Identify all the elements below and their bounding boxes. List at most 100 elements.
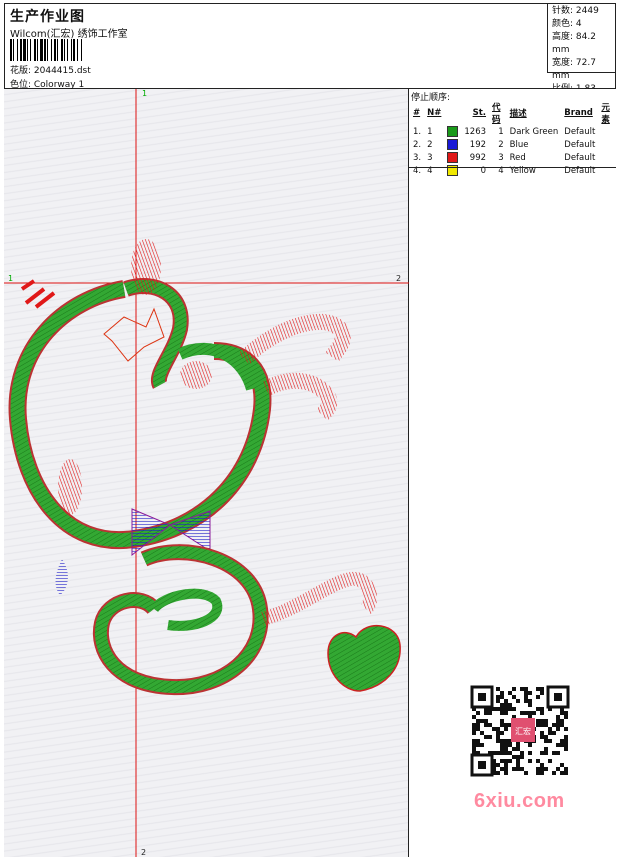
design-file: 花版: 2044415.dst (10, 66, 91, 76)
qr-module (536, 687, 540, 691)
qr-module (512, 687, 516, 691)
qr-module (504, 739, 508, 743)
row-num: 3. (413, 152, 422, 163)
qr-module (524, 699, 528, 703)
qr-module (520, 767, 524, 771)
qr-module (536, 759, 540, 763)
qr-module (504, 763, 508, 767)
qr-module (508, 751, 512, 755)
qr-module (560, 719, 564, 723)
page-title: 生产作业图 (10, 9, 85, 25)
row-stitches: 192 (469, 139, 487, 150)
qr-module (540, 751, 544, 755)
qr-module (496, 707, 500, 711)
qr-module (520, 751, 524, 755)
qr-module (552, 771, 556, 775)
table-row[interactable]: 1. 1 1263 1 Dark Green Default (410, 125, 616, 138)
qr-module (544, 735, 548, 739)
row-color-swatch (444, 164, 461, 177)
qr-finder-center (478, 761, 486, 769)
qr-module (484, 735, 488, 739)
qr-module (564, 747, 568, 751)
row-code: 4 (498, 165, 504, 176)
qr-module (504, 727, 508, 731)
qr-module (560, 771, 564, 775)
qr-module (564, 743, 568, 747)
qr-module (476, 719, 480, 723)
qr-module (504, 747, 508, 751)
qr-module (508, 743, 512, 747)
qr-module (500, 703, 504, 707)
blue-drop (55, 559, 68, 595)
qr-module (504, 699, 508, 703)
qr-module (516, 759, 520, 763)
qr-module (536, 723, 540, 727)
row-needle: 1 (427, 126, 433, 137)
qr-module (540, 731, 544, 735)
row-code: 3 (498, 152, 504, 163)
green-heart (327, 624, 401, 692)
qr-module (500, 731, 504, 735)
row-stitches: 992 (469, 152, 487, 163)
qr-module (508, 691, 512, 695)
qr-module (540, 691, 544, 695)
row-needle: 3 (427, 152, 433, 163)
qr-module (544, 723, 548, 727)
qr-module (512, 747, 516, 751)
row-brand: Default (564, 139, 596, 150)
qr-module (564, 735, 568, 739)
qr-module (540, 771, 544, 775)
stats-box: 针数: 2449 颜色: 4 高度: 84.2 mm 宽度: 72.7 mm 比… (547, 3, 615, 94)
qr-module (496, 727, 500, 731)
qr-module (476, 739, 480, 743)
guide-marker-left: 1 (8, 274, 13, 283)
table-row[interactable]: 4. 4 0 4 Yellow Default (410, 164, 616, 177)
row-num: 2. (413, 139, 422, 150)
qr-module (504, 723, 508, 727)
qr-module (504, 759, 508, 763)
qr-module (544, 739, 548, 743)
design-canvas[interactable]: 1 2 1 2 (4, 89, 409, 857)
qr-module (488, 711, 492, 715)
row-needle: 4 (427, 165, 433, 176)
embroidery-preview: 1 2 1 2 (4, 89, 409, 857)
qr-module (556, 743, 560, 747)
qr-module (492, 727, 496, 731)
col-num: # (413, 108, 421, 118)
qr-module (520, 711, 524, 715)
qr-module (500, 747, 504, 751)
qr-module (472, 727, 476, 731)
qr-module (496, 735, 500, 739)
qr-module (512, 695, 516, 699)
qr-module (496, 739, 500, 743)
qr-module (528, 751, 532, 755)
qr-module (564, 727, 568, 731)
row-code: 2 (498, 139, 504, 150)
qr-module (500, 751, 504, 755)
qr-module (472, 723, 476, 727)
qr-module (508, 703, 512, 707)
qr-module (560, 711, 564, 715)
row-color-swatch (444, 138, 461, 151)
qr-module (512, 707, 516, 711)
qr-module (504, 771, 508, 775)
table-row[interactable]: 3. 3 992 3 Red Default (410, 151, 616, 164)
qr-module (528, 703, 532, 707)
qr-module (556, 723, 560, 727)
table-row[interactable]: 2. 2 192 2 Blue Default (410, 138, 616, 151)
qr-module (476, 743, 480, 747)
color-swatch (447, 126, 459, 137)
height-value: 高度: 84.2 mm (552, 32, 596, 55)
qr-module (504, 711, 508, 715)
qr-module (496, 731, 500, 735)
qr-module (480, 743, 484, 747)
guide-marker-bottom: 2 (141, 848, 146, 857)
qr-module (504, 743, 508, 747)
qr-module (496, 699, 500, 703)
qr-module (544, 747, 548, 751)
qr-module (488, 723, 492, 727)
header: 生产作业图 Wilcom(汇宏) 绣饰工作室 花版: 2044415.dst 色… (4, 3, 616, 94)
qr-module (540, 723, 544, 727)
qr-module (556, 767, 560, 771)
qr-module (540, 687, 544, 691)
